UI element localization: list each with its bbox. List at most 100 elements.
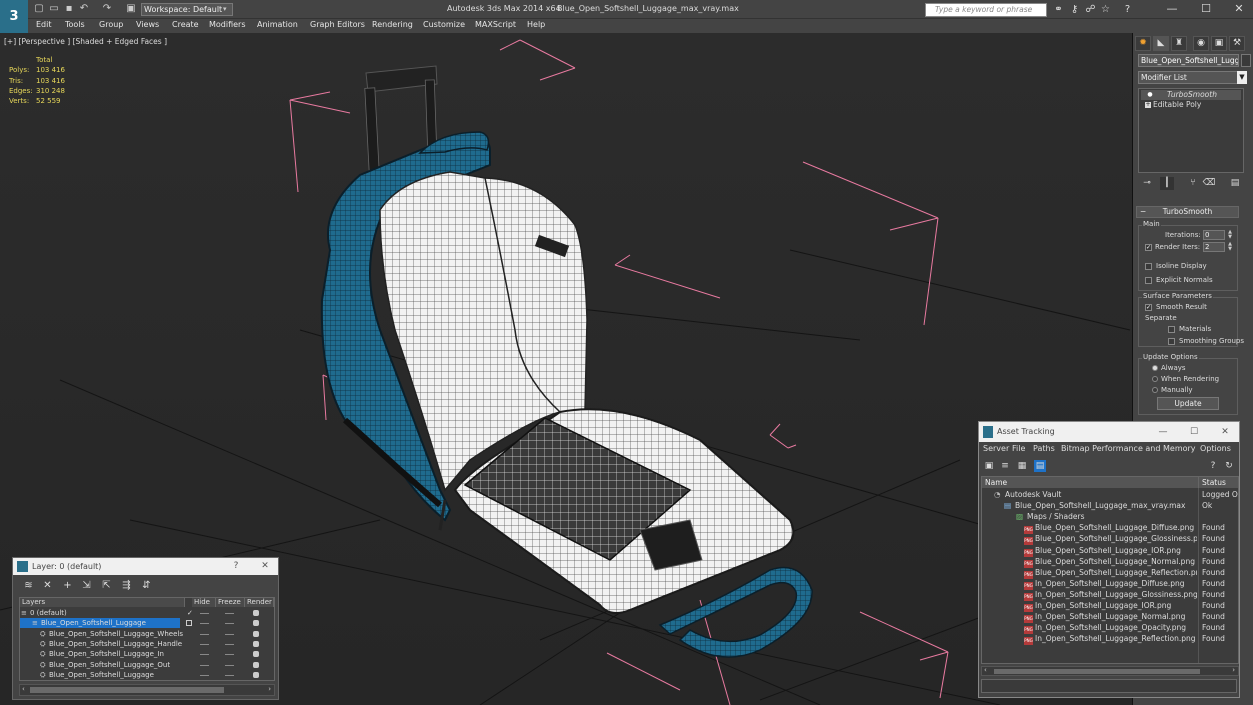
undo-icon[interactable]: ↶	[78, 3, 90, 15]
hide-toggle[interactable]	[200, 674, 209, 676]
help-icon[interactable]: ?	[1207, 460, 1219, 472]
column-header-hide[interactable]: Hide	[192, 598, 216, 607]
hierarchy-tab-icon[interactable]: ♜	[1171, 36, 1187, 51]
object-color-swatch[interactable]	[1241, 54, 1251, 67]
hide-all-layers-icon[interactable]: ⇵	[140, 579, 153, 592]
menu-options[interactable]: Options	[1200, 444, 1231, 453]
hide-toggle[interactable]	[200, 623, 209, 625]
menu-graph-editors[interactable]: Graph Editors	[310, 20, 365, 29]
menu-customize[interactable]: Customize	[423, 20, 465, 29]
close-icon[interactable]: ✕	[1229, 2, 1249, 16]
layers-icon[interactable]: ≋	[22, 579, 35, 592]
help-icon[interactable]: ?	[1121, 3, 1134, 16]
add-selection-icon[interactable]: ⇲	[80, 579, 93, 592]
materials-checkbox[interactable]	[1168, 326, 1175, 333]
vault-icon[interactable]: ▣	[983, 460, 995, 472]
column-header-name[interactable]: Name	[982, 477, 1199, 488]
table-view-icon[interactable]: ▤	[1034, 460, 1046, 472]
asset-row[interactable]: PNG In_Open_Softshell_Luggage_Reflection.…	[982, 633, 1238, 646]
scrollbar-thumb[interactable]	[30, 687, 224, 693]
set-current-layer-icon[interactable]	[186, 620, 192, 627]
close-icon[interactable]: ✕	[257, 558, 273, 575]
asset-row[interactable]: PNG In_Open_Softshell_Luggage_IOR.png Foun…	[982, 600, 1238, 612]
viewport-label[interactable]: [+] [Perspective ] [Shaded + Edged Faces…	[4, 37, 167, 46]
asset-horizontal-scrollbar[interactable]: ‹ ›	[981, 666, 1239, 676]
binoculars-icon[interactable]: ⚭	[1052, 3, 1065, 16]
asset-row[interactable]: PNG Blue_Open_Softshell_Luggage_Normal.pn…	[982, 556, 1238, 568]
chevron-down-icon[interactable]: ▼	[1237, 71, 1247, 84]
menu-rendering[interactable]: Rendering	[372, 20, 413, 29]
menu-server[interactable]: Server	[983, 444, 1009, 453]
workspace-dropdown[interactable]: Workspace: Default ▾	[141, 3, 233, 16]
grid-view-icon[interactable]: ▦	[1016, 460, 1028, 472]
maximize-icon[interactable]: ☐	[1186, 422, 1202, 442]
layer-row[interactable]: ⛭ Blue_Open_Softshell_Luggage_Out	[20, 660, 274, 670]
iterations-spinner[interactable]: 0	[1203, 230, 1225, 240]
layer-horizontal-scrollbar[interactable]: ‹ ›	[19, 684, 275, 696]
delete-layer-icon[interactable]: ✕	[41, 579, 54, 592]
when-rendering-radio[interactable]	[1152, 376, 1158, 382]
asset-row[interactable]: PNG Blue_Open_Softshell_Luggage_Diffuse.p…	[982, 522, 1238, 535]
freeze-toggle[interactable]	[225, 613, 234, 614]
layer-dialog-title-bar[interactable]: Layer: 0 (default) ? ✕	[13, 558, 278, 575]
chevron-left-icon[interactable]: ‹	[22, 685, 25, 693]
manually-radio[interactable]	[1152, 387, 1158, 393]
asset-row[interactable]: PNG Blue_Open_Softshell_Luggage_IOR.png Fo…	[982, 545, 1238, 557]
column-header-freeze[interactable]: Freeze	[216, 598, 245, 607]
render-teapot-icon[interactable]	[253, 610, 259, 616]
display-tab-icon[interactable]: ▣	[1211, 36, 1227, 51]
freeze-toggle[interactable]	[225, 643, 234, 645]
chevron-right-icon[interactable]: ›	[268, 685, 271, 693]
isoline-display-checkbox[interactable]	[1145, 263, 1152, 270]
hide-toggle[interactable]	[200, 654, 209, 656]
remove-modifier-icon[interactable]: ⌫	[1202, 177, 1216, 190]
configure-sets-icon[interactable]: ▤	[1228, 177, 1242, 190]
render-teapot-icon[interactable]	[253, 640, 259, 647]
new-file-icon[interactable]: ▢	[33, 3, 45, 15]
help-icon[interactable]: ?	[228, 558, 244, 575]
menu-create[interactable]: Create	[172, 20, 199, 29]
current-layer-icon[interactable]: ✓	[187, 608, 193, 618]
update-button[interactable]: Update	[1157, 397, 1219, 410]
menu-edit[interactable]: Edit	[36, 20, 52, 29]
freeze-toggle[interactable]	[225, 623, 234, 625]
freeze-toggle[interactable]	[225, 674, 234, 676]
render-iters-checkbox[interactable]: ✓	[1145, 244, 1152, 251]
layer-row[interactable]: ⛭ Blue_Open_Softshell_Luggage_In	[20, 649, 274, 659]
select-objects-icon[interactable]: ⇱	[100, 579, 113, 592]
object-name-field[interactable]: Blue_Open_Softshell_Luggag	[1138, 54, 1239, 67]
app-logo[interactable]: 3	[0, 0, 28, 33]
chevron-left-icon[interactable]: ‹	[984, 666, 987, 674]
refresh-icon[interactable]: ↻	[1223, 460, 1235, 472]
menu-maxscript[interactable]: MAXScript	[475, 20, 516, 29]
close-icon[interactable]: ✕	[1217, 422, 1233, 442]
expand-icon[interactable]: +	[1145, 102, 1151, 108]
spinner-arrows-icon[interactable]: ▲ ▼	[1227, 242, 1233, 252]
asset-row[interactable]: ▨ Maps / Shaders	[982, 511, 1238, 522]
make-unique-icon[interactable]: ⑂	[1186, 177, 1200, 190]
freeze-toggle[interactable]	[225, 654, 234, 656]
minimize-icon[interactable]: —	[1155, 422, 1171, 442]
modify-tab-icon[interactable]: ◣	[1153, 36, 1169, 51]
redo-icon[interactable]: ↷	[101, 3, 113, 15]
menu-help[interactable]: Help	[527, 20, 545, 29]
utilities-tab-icon[interactable]: ⚒	[1229, 36, 1245, 51]
smooth-result-checkbox[interactable]: ✓	[1145, 304, 1152, 311]
layer-row[interactable]: ≡ Blue_Open_Softshell_Luggage	[20, 618, 274, 629]
stack-item-editable-poly[interactable]: + Editable Poly	[1141, 100, 1241, 110]
asset-row[interactable]: PNG In_Open_Softshell_Luggage_Diffuse.png…	[982, 578, 1238, 590]
search-input[interactable]: Type a keyword or phrase	[925, 3, 1047, 17]
create-tab-icon[interactable]: ✹	[1135, 36, 1151, 51]
menu-modifiers[interactable]: Modifiers	[209, 20, 246, 29]
open-file-icon[interactable]: ▭	[48, 3, 60, 15]
add-layer-icon[interactable]: +	[61, 579, 74, 592]
key-icon[interactable]: ⚷	[1068, 3, 1081, 16]
minimize-icon[interactable]: —	[1162, 2, 1182, 16]
menu-bitmap-performance[interactable]: Bitmap Performance and Memory	[1061, 444, 1196, 453]
spinner-arrows-icon[interactable]: ▲ ▼	[1227, 230, 1233, 240]
layer-row[interactable]: ≡ 0 (default) ✓	[20, 608, 274, 618]
motion-tab-icon[interactable]: ◉	[1193, 36, 1209, 51]
freeze-toggle[interactable]	[225, 633, 234, 635]
asset-dialog-title-bar[interactable]: Asset Tracking — ☐ ✕	[979, 422, 1239, 442]
scrollbar-thumb[interactable]	[994, 669, 1200, 674]
